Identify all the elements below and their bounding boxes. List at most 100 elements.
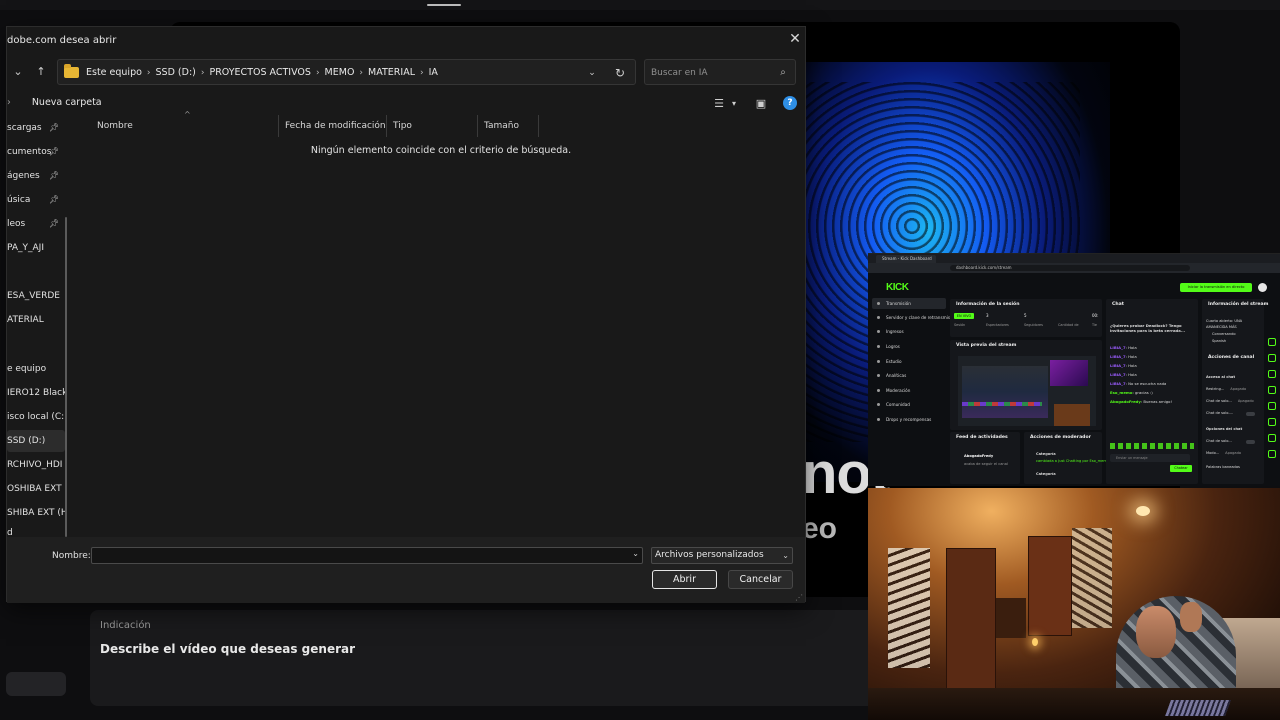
chat-message: LIBIA_7: Hola xyxy=(1110,372,1137,377)
sidebar-scrollbar[interactable] xyxy=(65,217,67,537)
go-live-button: Iniciar la transmisión en directo xyxy=(1180,283,1252,292)
sidebar-item[interactable]: ágenes 📌︎ xyxy=(7,165,65,187)
sidebar-item[interactable]: RCHIVO_HDI xyxy=(7,454,65,476)
sidebar-item[interactable]: e equipo xyxy=(7,358,65,380)
up-arrow-icon[interactable]: ↑ xyxy=(32,63,50,81)
refresh-icon[interactable]: ↻ xyxy=(612,65,628,81)
file-open-dialog: dobe.com desea abrir ✕ ⌄ ↑ Este equipo › S… xyxy=(6,26,806,603)
empty-results-message: Ningún elemento coincide con el criterio… xyxy=(310,145,572,156)
mod-item-label: Categoría xyxy=(1036,472,1056,476)
chat-input: Enviar un mensaje xyxy=(1110,454,1190,462)
chevron-right-icon: › xyxy=(420,68,424,78)
file-type-select[interactable]: Archivos personalizados ⌄ xyxy=(651,547,793,564)
breadcrumb-item[interactable]: Este equipo xyxy=(86,67,142,78)
chevron-down-icon[interactable]: ⌄ xyxy=(782,548,789,563)
quick-action-icon xyxy=(1268,450,1276,458)
file-name-combobox[interactable]: ⌄ xyxy=(91,547,643,564)
quick-actions-rail xyxy=(1267,298,1277,468)
sidebar-item[interactable]: PA_Y_AJI xyxy=(7,237,65,259)
breadcrumb: Este equipo › SSD (D:) › PROYECTOS ACTIVOS › M… xyxy=(86,67,438,78)
preview-timeline xyxy=(962,402,1042,406)
pin-icon: 📌︎ xyxy=(49,123,60,132)
streamer-face xyxy=(1136,606,1176,658)
chat-message: LIBIA_7: Hola xyxy=(1110,363,1137,368)
wardrobe xyxy=(1028,536,1072,636)
mod-actions-title: Acciones de moderador xyxy=(1030,435,1091,440)
chevron-down-icon[interactable]: ⌄ xyxy=(585,66,599,80)
sidebar-item[interactable]: scargas 📌︎ xyxy=(7,117,65,139)
file-name-input[interactable] xyxy=(96,549,626,562)
stream-info-line: Cuarto abierto: UNA xyxy=(1206,319,1243,323)
resize-grip-icon[interactable]: ⋰ xyxy=(795,593,803,602)
top-indicator xyxy=(427,4,461,6)
file-list-header: ^ Nombre Fecha de modificación Tipo Tama… xyxy=(77,110,805,137)
channel-action-row: Opciones del chat xyxy=(1206,427,1243,431)
sidebar-item[interactable]: leos 📌︎ xyxy=(7,213,65,235)
chat-message: AbogadoFredy: Buenas amigo! xyxy=(1110,399,1172,404)
help-icon[interactable]: ? xyxy=(783,96,797,110)
address-bar[interactable]: Este equipo › SSD (D:) › PROYECTOS ACTIVOS › M… xyxy=(57,59,636,85)
preview-pane-icon[interactable]: ▣ xyxy=(754,95,768,113)
column-header-name[interactable]: Nombre xyxy=(91,115,279,137)
sidebar-item[interactable]: IERO12 Black xyxy=(7,382,65,404)
column-header-type[interactable]: Tipo xyxy=(387,115,478,137)
preview-screen xyxy=(962,366,1048,418)
wall-poster xyxy=(1072,528,1112,628)
column-header-size[interactable]: Tamaño xyxy=(478,115,539,137)
kick-dashboard-overlay: Stream - Kick Dashboard dashboard.kick.c… xyxy=(868,253,1280,486)
browser-tab: Stream - Kick Dashboard xyxy=(876,255,936,263)
quick-action-icon xyxy=(1268,402,1276,410)
chevron-down-icon[interactable]: ⌄ xyxy=(632,549,639,558)
breadcrumb-item[interactable]: MATERIAL xyxy=(368,67,415,78)
search-icon[interactable]: ⌕ xyxy=(776,66,790,80)
organize-chevron-icon[interactable]: › xyxy=(7,97,11,108)
streamer-hand xyxy=(1180,602,1202,632)
channel-action-row: Modo... Apagado xyxy=(1206,451,1242,455)
sidebar-item[interactable]: isco local (C: xyxy=(7,406,65,428)
cancel-button[interactable]: Cancelar xyxy=(728,570,793,589)
view-options-chevron-icon[interactable]: ▾ xyxy=(729,95,739,113)
prompt-box[interactable]: Indicación Describe el vídeo que deseas … xyxy=(90,610,890,706)
channel-action-row: Palabras baneadas xyxy=(1206,465,1240,469)
sidebar-item[interactable]: SSD (D:) xyxy=(7,430,65,452)
mod-item-label: Categoría xyxy=(1036,452,1056,456)
prompt-placeholder[interactable]: Describe el vídeo que deseas generar xyxy=(100,642,355,656)
view-list-icon[interactable]: ☰ xyxy=(712,95,726,113)
navigation-pane: scargas 📌︎ cumentos 📌︎ ágenes 📌︎ úsica 📌︎ le… xyxy=(7,117,65,537)
sidebar-item[interactable]: úsica 📌︎ xyxy=(7,189,65,211)
activity-text: acaba de seguir el canal xyxy=(964,462,1008,466)
browser-tabbar: Stream - Kick Dashboard xyxy=(868,254,1280,263)
column-header-date[interactable]: Fecha de modificación xyxy=(279,115,387,137)
dialog-titlebar: dobe.com desea abrir ✕ xyxy=(7,27,805,53)
open-button[interactable]: Abrir xyxy=(652,570,717,589)
chevron-right-icon: › xyxy=(359,68,364,78)
search-input[interactable] xyxy=(651,65,771,80)
sidebar-item[interactable]: SHIBA EXT (H xyxy=(7,502,65,524)
avatar xyxy=(1258,283,1267,292)
sidebar-item[interactable]: OSHIBA EXT ( xyxy=(7,478,65,500)
breadcrumb-item[interactable]: MEMO xyxy=(325,67,355,78)
sidebar-item[interactable]: ESA_VERDE xyxy=(7,285,65,307)
chevron-down-icon[interactable]: ⌄ xyxy=(9,63,27,81)
stream-preview-title: Vista previa del stream xyxy=(956,343,1017,348)
background-sidebar-pill[interactable] xyxy=(6,672,66,696)
kick-nav-item: Logros xyxy=(872,341,946,352)
stat-label: Espectadores xyxy=(986,323,1009,327)
breadcrumb-item[interactable]: PROYECTOS ACTIVOS xyxy=(209,67,310,78)
session-info-panel: Información de la sesión EN VIVO Sesión … xyxy=(950,299,1102,337)
sidebar-item[interactable]: d xyxy=(7,522,65,537)
quick-action-icon xyxy=(1268,370,1276,378)
sidebar-item[interactable]: ATERIAL xyxy=(7,309,65,331)
close-icon[interactable]: ✕ xyxy=(787,31,803,47)
kick-nav-item: Comunidad xyxy=(872,399,946,410)
new-folder-button[interactable]: › Nueva carpeta xyxy=(7,97,102,108)
breadcrumb-item[interactable]: IA xyxy=(429,67,438,78)
breadcrumb-item[interactable]: SSD (D:) xyxy=(156,67,196,78)
channel-actions-title: Acciones de canal xyxy=(1208,355,1255,360)
channel-action-row: Restring... Apagado xyxy=(1206,387,1247,391)
activity-feed-title: Feed de actividades xyxy=(956,435,1008,440)
toggle-switch xyxy=(1246,412,1255,416)
stream-info-line: Conversando xyxy=(1212,332,1236,336)
folder-icon xyxy=(64,64,79,78)
sidebar-item[interactable]: cumentos 📌︎ xyxy=(7,141,65,163)
